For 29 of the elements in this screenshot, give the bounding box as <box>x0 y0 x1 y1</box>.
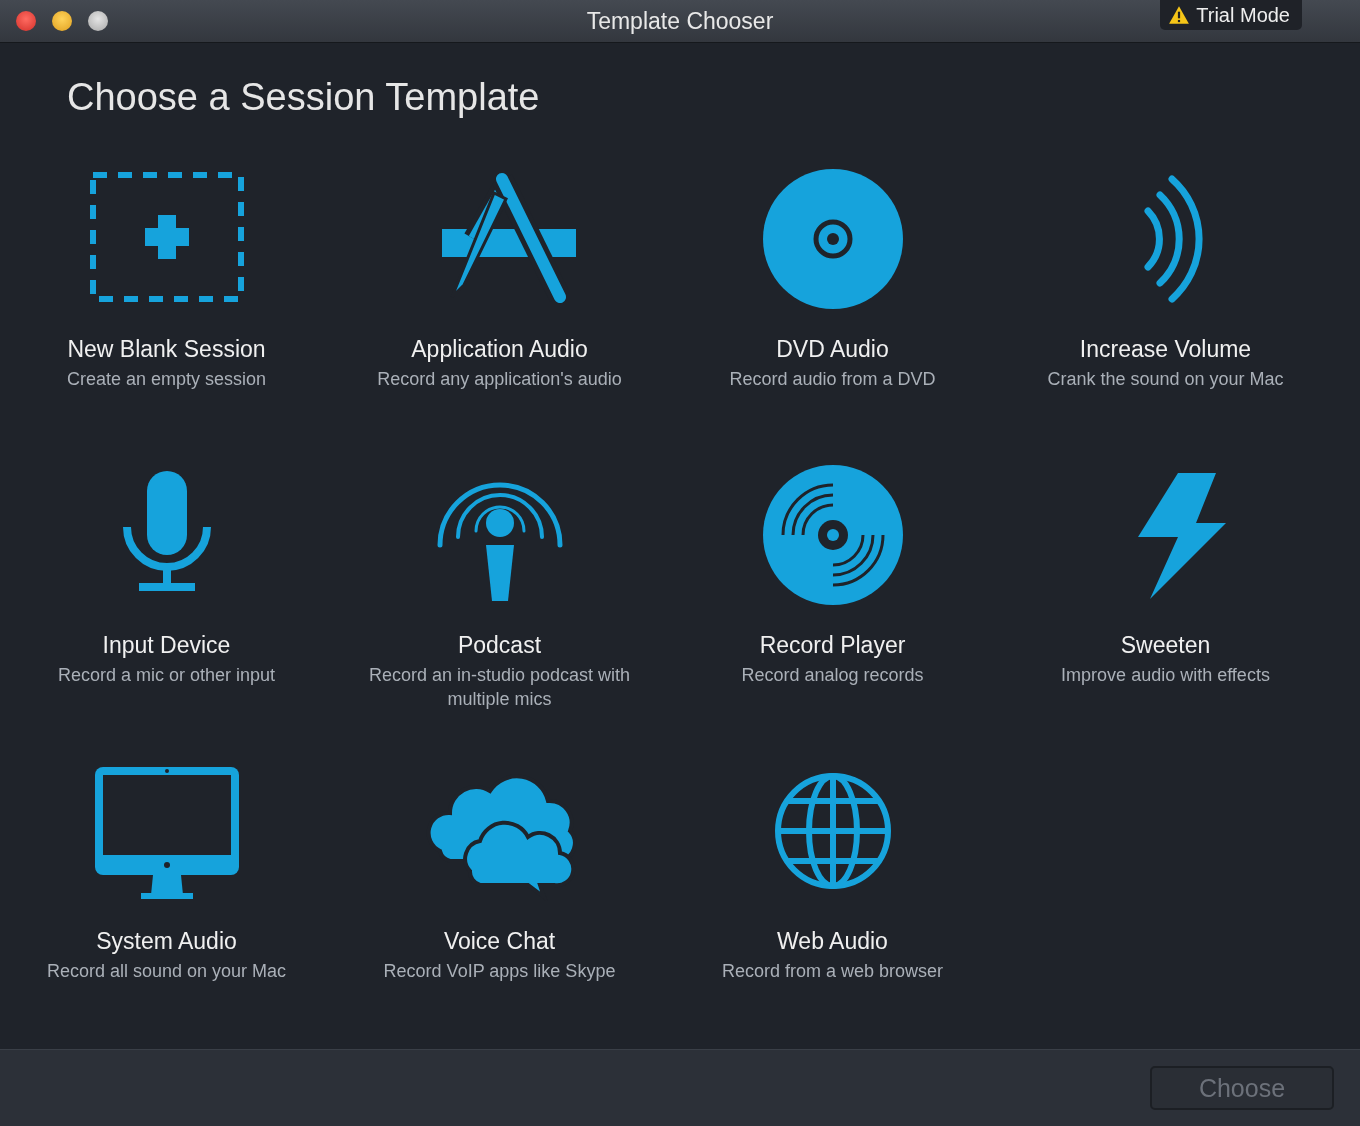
template-title[interactable]: Record Player <box>759 631 906 659</box>
warning-icon <box>1168 5 1191 25</box>
template-title[interactable]: Input Device <box>102 631 231 659</box>
minimize-button[interactable] <box>52 11 72 31</box>
zoom-button[interactable] <box>88 11 108 31</box>
template-description: Crank the sound on your Mac <box>1047 368 1284 391</box>
template-description: Record from a web browser <box>721 960 944 983</box>
template-description: Record analog records <box>741 664 924 687</box>
template-title[interactable]: DVD Audio <box>776 335 889 363</box>
template-description: Create an empty session <box>66 368 267 391</box>
template-title[interactable]: Increase Volume <box>1079 335 1252 363</box>
template-description: Record VoIP apps like Skype <box>383 960 616 983</box>
template-description: Record all sound on your Mac <box>46 960 287 983</box>
template-title[interactable]: Sweeten <box>1120 631 1211 659</box>
template-description: Record any application's audio <box>377 368 622 391</box>
template-title[interactable]: New Blank Session <box>67 335 266 363</box>
trial-mode-label: Trial Mode <box>1196 3 1290 27</box>
template-description: Record an in-studio podcast with multiple mics <box>367 664 632 711</box>
template-description: Record a mic or other input <box>57 664 276 687</box>
template-description: Record audio from a DVD <box>729 368 936 391</box>
template-title[interactable]: Web Audio <box>777 927 888 955</box>
template-title[interactable]: Voice Chat <box>443 927 556 955</box>
template-title[interactable]: Application Audio <box>411 335 588 363</box>
template-description: Improve audio with effects <box>1061 664 1270 687</box>
heading: Choose a Session Template <box>66 75 540 119</box>
window-title: Template Chooser <box>586 8 774 35</box>
close-button[interactable] <box>16 11 36 31</box>
template-title[interactable]: System Audio <box>96 927 237 955</box>
template-title[interactable]: Podcast <box>457 631 542 659</box>
